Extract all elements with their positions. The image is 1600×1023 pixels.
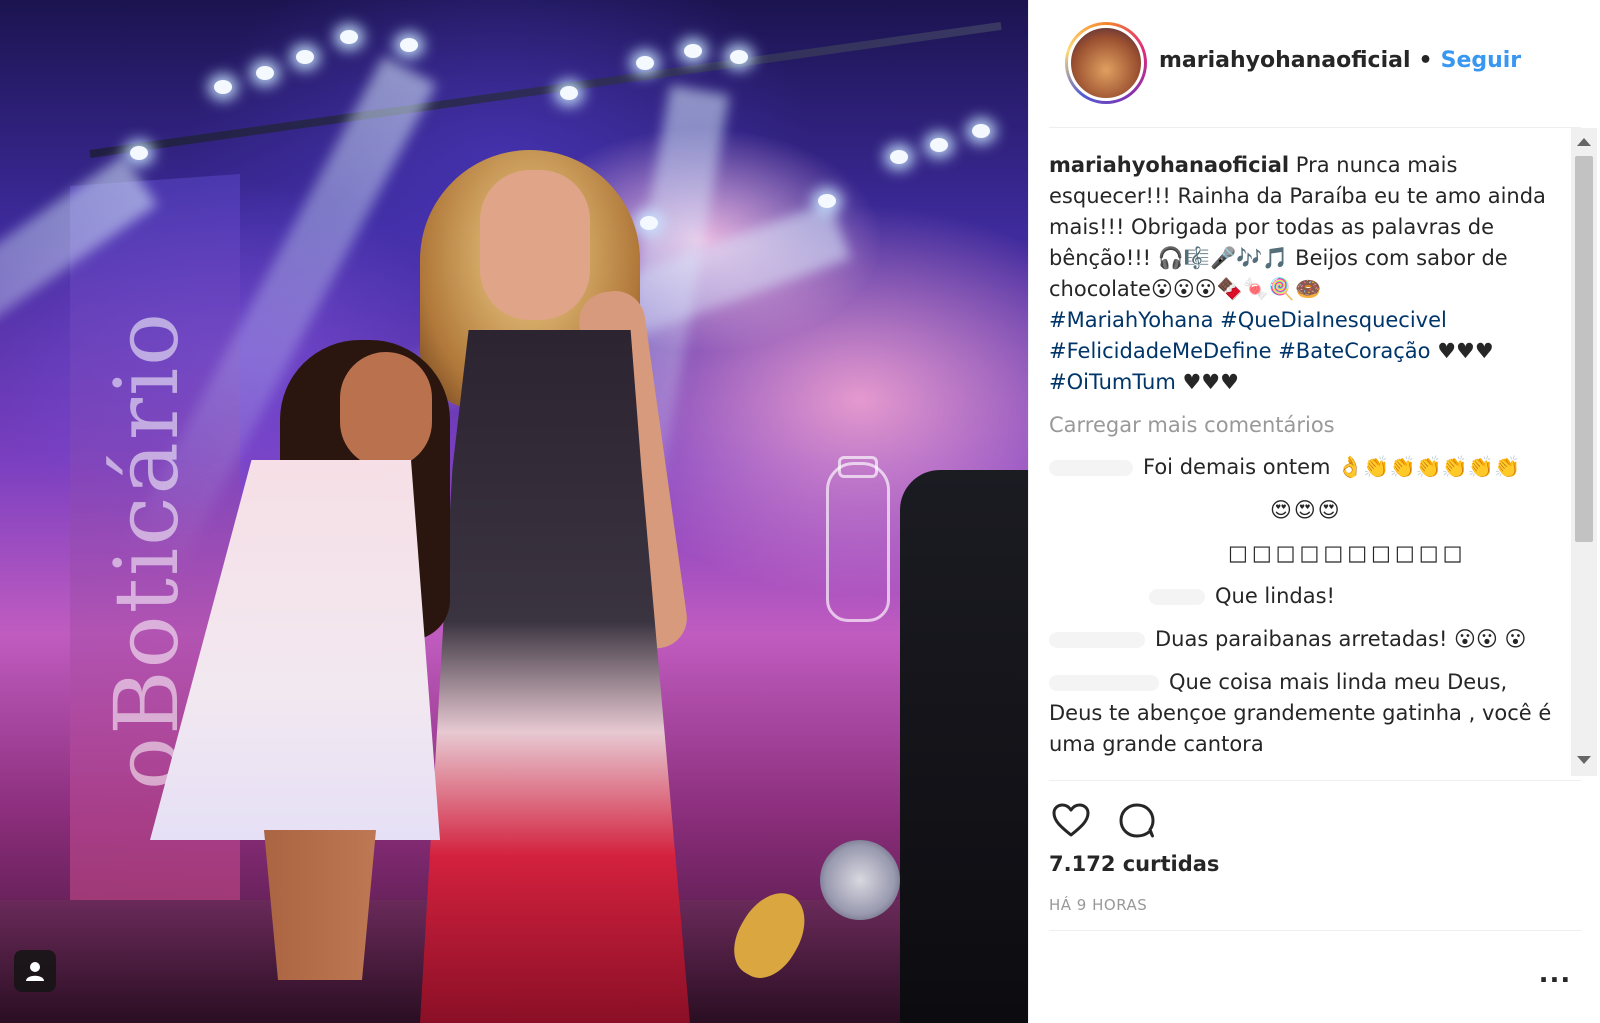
comment-username-link[interactable] <box>1259 503 1260 519</box>
comment-text: Foi demais ontem 👌👏👏👏👏👏👏 <box>1143 455 1521 479</box>
comment-item: □□□□□□□□□□ <box>1049 538 1557 569</box>
caption-hearts: ♥♥♥ <box>1175 370 1239 394</box>
heart-icon <box>1052 803 1090 837</box>
scrollbar-thumb[interactable] <box>1575 156 1593 542</box>
stage-light <box>560 86 578 100</box>
comment-item: Duas paraibanas arretadas! 😮😮 😮 <box>1049 624 1557 655</box>
stage-light <box>972 124 990 138</box>
stage-light <box>684 44 702 58</box>
more-options-button[interactable]: ... <box>1537 959 1573 989</box>
caption-hashtags[interactable]: #FelicidadeMeDefine #BateCoração <box>1049 339 1431 363</box>
header-row: mariahyohanaoficial • Seguir <box>1159 48 1521 73</box>
comment-item: 😍😍😍 <box>1049 495 1557 526</box>
divider <box>1049 780 1581 781</box>
load-more-comments-link[interactable]: Carregar mais comentários <box>1049 410 1557 440</box>
comment-item: Foi demais ontem 👌👏👏👏👏👏👏 <box>1049 452 1557 483</box>
post-photo[interactable]: oBoticário <box>0 0 1028 1023</box>
post-header: mariahyohanaoficial • Seguir <box>1029 0 1600 128</box>
girl-face <box>340 352 432 468</box>
comments-list[interactable]: mariahyohanaoficial Pra nunca mais esque… <box>1049 128 1557 776</box>
comment-username-link[interactable] <box>1049 675 1159 691</box>
comment-item: Que coisa mais linda meu Deus, Deus te a… <box>1049 667 1557 760</box>
avatar-story-ring[interactable] <box>1065 22 1147 104</box>
stage-light <box>214 80 232 94</box>
comment-username-link[interactable] <box>1049 632 1145 648</box>
divider <box>1049 930 1581 931</box>
tagged-user-button[interactable] <box>14 950 56 992</box>
post-timestamp[interactable]: HÁ 9 HORAS <box>1049 896 1147 914</box>
caption-hashtags[interactable]: #MariahYohana #QueDiaInesquecivel <box>1049 308 1447 332</box>
comment-item: Que lindas! <box>1049 581 1557 612</box>
stage-light <box>400 38 418 52</box>
caption-username-link[interactable]: mariahyohanaoficial <box>1049 153 1289 177</box>
vase-outline <box>826 462 890 622</box>
stage-light <box>256 66 274 80</box>
comment-username-link[interactable] <box>1049 460 1133 476</box>
comment-text: Duas paraibanas arretadas! 😮😮 😮 <box>1155 627 1527 651</box>
comment-username-link[interactable] <box>1149 589 1205 605</box>
scroll-down-arrow-icon[interactable] <box>1577 756 1591 764</box>
post-sidebar: mariahyohanaoficial • Seguir mariahyohan… <box>1028 0 1600 1023</box>
post-caption: mariahyohanaoficial Pra nunca mais esque… <box>1049 128 1557 398</box>
stage-light <box>818 194 836 208</box>
tv-camera <box>900 470 1028 1023</box>
caption-hearts: ♥♥♥ <box>1430 339 1494 363</box>
stage-light <box>890 150 908 164</box>
caption-hashtags[interactable]: #OiTumTum <box>1049 370 1176 394</box>
stage-light <box>340 30 358 44</box>
user-silhouette-icon <box>26 962 44 981</box>
comment-text: Que lindas! <box>1215 584 1335 608</box>
post-actions <box>1049 798 1159 842</box>
stage-light <box>296 50 314 64</box>
scroll-up-arrow-icon[interactable] <box>1577 138 1591 146</box>
comment-text: 😍😍😍 <box>1270 498 1342 522</box>
drum <box>820 840 900 920</box>
comment-text: □□□□□□□□□□ <box>1228 541 1467 565</box>
header-username-link[interactable]: mariahyohanaoficial <box>1159 48 1411 73</box>
header-separator: • <box>1418 48 1433 73</box>
stage-light <box>636 56 654 70</box>
woman-face <box>480 170 590 320</box>
comment-username-link[interactable] <box>1217 546 1218 562</box>
add-comment-field[interactable] <box>1049 944 1519 1004</box>
comment-button[interactable] <box>1115 798 1159 842</box>
comment-bubble-icon <box>1119 803 1155 838</box>
likes-count[interactable]: 7.172 curtidas <box>1049 852 1219 876</box>
like-button[interactable] <box>1049 798 1093 842</box>
stage-light <box>930 138 948 152</box>
stage-light <box>130 146 148 160</box>
avatar <box>1068 25 1144 101</box>
follow-button[interactable]: Seguir <box>1441 48 1522 73</box>
stage-light <box>640 216 658 230</box>
stage-light <box>730 50 748 64</box>
comments-scrollbar[interactable] <box>1571 128 1597 776</box>
ellipsis-icon: ... <box>1538 959 1572 989</box>
